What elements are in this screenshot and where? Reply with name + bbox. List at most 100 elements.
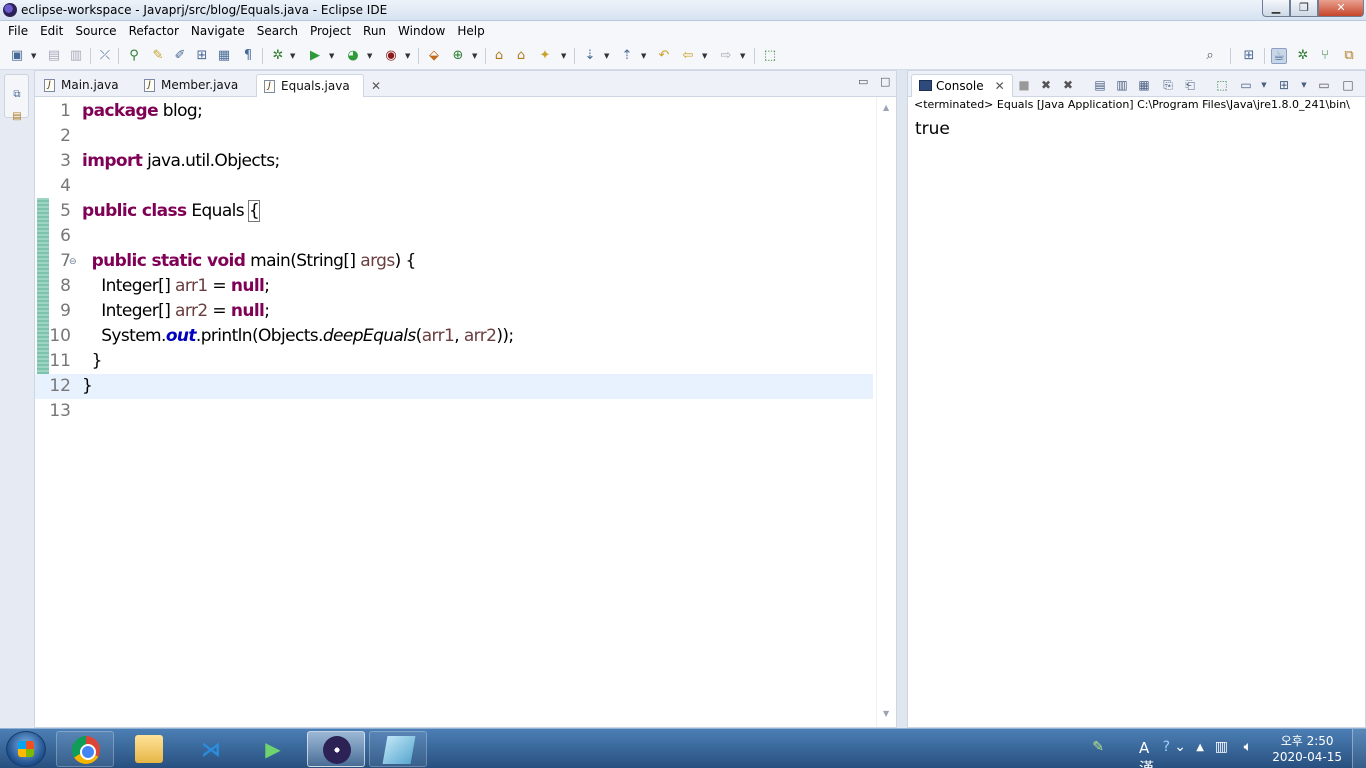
new-class-dropdown-icon[interactable]: ▼ <box>472 52 479 60</box>
maximize-console-icon[interactable]: □ <box>1340 77 1356 93</box>
display-console-icon[interactable]: ▭ <box>1238 77 1254 93</box>
menu-search[interactable]: Search <box>251 21 304 42</box>
tab-member-java[interactable]: J Member.java <box>137 74 253 97</box>
open-type-icon[interactable]: ⚲ <box>126 48 142 64</box>
minimize-editor-icon[interactable]: ▭ <box>858 75 868 88</box>
toggle-breadcrumb-icon[interactable]: ⊞ <box>194 48 210 64</box>
resource-perspective-icon[interactable]: ⧉ <box>1341 48 1357 64</box>
open-console-dropdown-icon[interactable]: ▼ <box>1296 77 1312 93</box>
minimize-button[interactable]: ▁ <box>1262 0 1290 17</box>
next-annotation-dropdown-icon[interactable]: ▼ <box>604 52 611 60</box>
close-tab-icon[interactable]: ✕ <box>371 75 381 97</box>
scroll-down-icon[interactable]: ▼ <box>883 709 889 718</box>
debug-dropdown-icon[interactable]: ▼ <box>290 52 297 60</box>
show-whitespace-icon[interactable]: ¶ <box>240 48 256 64</box>
clear-console-icon[interactable]: ▤ <box>1092 77 1108 93</box>
open-perspective-icon[interactable]: ⊞ <box>1241 48 1257 64</box>
help-icon[interactable]: ? <box>1163 739 1170 755</box>
search-tool-icon[interactable]: ✦ <box>537 48 553 64</box>
last-edit-icon[interactable]: ↶ <box>656 48 672 64</box>
menu-project[interactable]: Project <box>304 21 357 42</box>
menu-window[interactable]: Window <box>392 21 451 42</box>
search-icon[interactable]: ⌕ <box>1202 48 1218 64</box>
back-dropdown-icon[interactable]: ▼ <box>702 52 709 60</box>
prev-annotation-icon[interactable]: ⇡ <box>619 48 635 64</box>
taskbar-media-app[interactable]: ▶ <box>244 731 302 767</box>
pin-console-icon[interactable]: ⬚ <box>1214 77 1230 93</box>
forward-dropdown-icon[interactable]: ▼ <box>740 52 747 60</box>
volume-icon[interactable]: 🔈︎ <box>1244 739 1252 755</box>
save-icon[interactable]: ▤ <box>46 48 62 64</box>
taskbar-vscode[interactable]: ⋊ <box>182 731 240 767</box>
language-icon[interactable]: ✎ <box>1092 739 1104 755</box>
show-on-stderr-icon[interactable]: ⎗ <box>1182 77 1198 93</box>
external-tools-icon[interactable]: ◉ <box>383 48 399 64</box>
new-java-project-icon[interactable]: ⬙ <box>426 48 442 64</box>
fold-toggle-icon[interactable]: ⊖ <box>69 257 77 267</box>
word-wrap-icon[interactable]: ▦ <box>1136 77 1152 93</box>
taskbar-notepad[interactable] <box>369 731 427 767</box>
next-annotation-icon[interactable]: ✐ <box>172 48 188 64</box>
start-button[interactable] <box>6 731 46 767</box>
terminate-icon[interactable]: ■ <box>1016 77 1032 93</box>
menu-edit[interactable]: Edit <box>34 21 69 42</box>
coverage-icon[interactable]: ◕ <box>345 48 361 64</box>
taskbar-chrome[interactable] <box>56 731 114 767</box>
prev-annotation-dropdown-icon[interactable]: ▼ <box>641 52 648 60</box>
save-all-icon[interactable]: ▥ <box>68 48 84 64</box>
taskbar-file-explorer[interactable] <box>120 731 178 767</box>
remove-all-terminated-icon[interactable]: ✖ <box>1060 77 1076 93</box>
java-perspective-icon[interactable]: ☕ <box>1271 48 1287 64</box>
remove-launch-icon[interactable]: ✖ <box>1038 77 1054 93</box>
run-icon[interactable]: ▶ <box>307 48 323 64</box>
close-button[interactable]: ✕ <box>1318 0 1364 17</box>
code-area[interactable]: 1 package blog; 2 3 import java.util.Obj… <box>35 97 896 727</box>
pin-editor-icon[interactable]: ⬚ <box>762 48 778 64</box>
menu-source[interactable]: Source <box>69 21 122 42</box>
git-perspective-icon[interactable]: ⑂ <box>1317 48 1333 64</box>
next-annotation-down-icon[interactable]: ⇣ <box>582 48 598 64</box>
menu-navigate[interactable]: Navigate <box>185 21 251 42</box>
scroll-up-icon[interactable]: ▲ <box>883 103 889 112</box>
package-explorer-icon[interactable]: ▤ <box>11 111 23 123</box>
open-task-icon[interactable]: ⌂ <box>513 48 529 64</box>
coverage-dropdown-icon[interactable]: ▼ <box>367 52 374 60</box>
maximize-editor-icon[interactable]: □ <box>880 75 890 88</box>
menu-file[interactable]: File <box>0 21 34 42</box>
menu-refactor[interactable]: Refactor <box>123 21 185 42</box>
highlight-icon[interactable]: ✎ <box>150 48 166 64</box>
open-type-folder-icon[interactable]: ⌂ <box>491 48 507 64</box>
new-dropdown-icon[interactable]: ▼ <box>31 52 38 60</box>
ime-options-icon[interactable]: ⌄ <box>1174 739 1186 755</box>
search-dropdown-icon[interactable]: ▼ <box>561 52 568 60</box>
skip-breakpoints-icon[interactable]: ⤫ <box>97 48 113 64</box>
taskbar-eclipse[interactable] <box>307 731 365 767</box>
minimize-console-icon[interactable]: ▭ <box>1316 77 1332 93</box>
tab-equals-java[interactable]: J Equals.java ✕ <box>256 74 381 97</box>
display-console-dropdown-icon[interactable]: ▼ <box>1256 77 1272 93</box>
network-icon[interactable]: ▥ <box>1215 739 1228 755</box>
run-dropdown-icon[interactable]: ▼ <box>329 52 336 60</box>
clock[interactable]: 오후 2:50 2020-04-15 <box>1272 733 1342 765</box>
close-console-icon[interactable]: ✕ <box>995 75 1005 97</box>
external-tools-dropdown-icon[interactable]: ▼ <box>405 52 412 60</box>
block-selection-icon[interactable]: ▦ <box>216 48 232 64</box>
menu-run[interactable]: Run <box>357 21 392 42</box>
scroll-lock-icon[interactable]: ▥ <box>1114 77 1130 93</box>
open-console-icon[interactable]: ⊞ <box>1276 77 1292 93</box>
new-class-icon[interactable]: ⊕ <box>450 48 466 64</box>
show-hidden-icons-icon[interactable]: ▲ <box>1196 742 1204 753</box>
restore-icon[interactable]: ⧉ <box>11 89 23 101</box>
editor-vertical-scrollbar[interactable]: ▲ ▼ <box>876 97 896 727</box>
forward-icon[interactable]: ⇨ <box>718 48 734 64</box>
menu-help[interactable]: Help <box>451 21 490 42</box>
show-on-stdout-icon[interactable]: ⎘ <box>1160 77 1176 93</box>
show-desktop-button[interactable] <box>1352 729 1366 768</box>
new-icon[interactable]: ▣ <box>9 48 25 64</box>
tab-console[interactable]: Console ✕ <box>911 74 1013 97</box>
debug-icon[interactable]: ✲ <box>270 48 286 64</box>
debug-perspective-icon[interactable]: ✲ <box>1295 48 1311 64</box>
tab-main-java[interactable]: J Main.java <box>37 74 133 97</box>
ime-indicator[interactable]: A 漢 <box>1139 739 1154 768</box>
maximize-button[interactable]: ❐ <box>1290 0 1318 17</box>
